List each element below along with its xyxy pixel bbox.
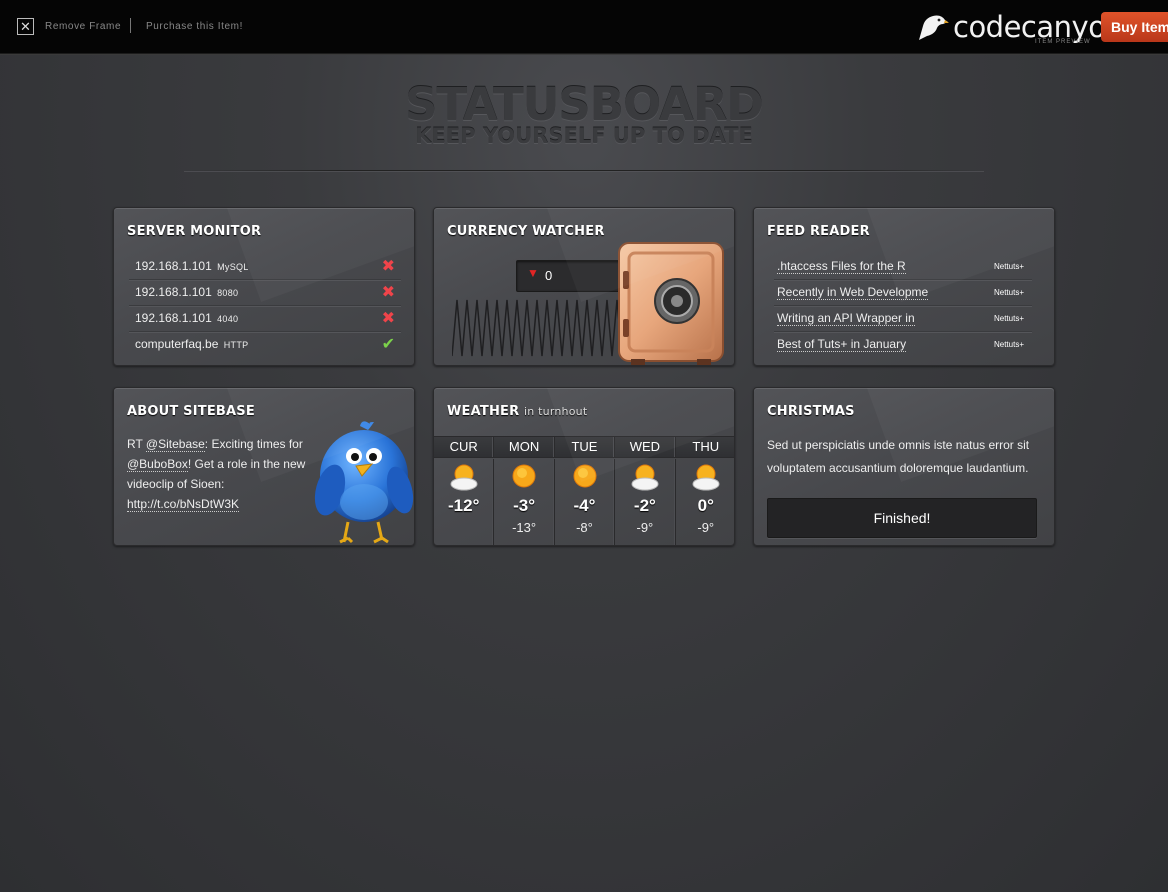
eagle-logo-icon xyxy=(919,15,949,40)
status-up-icon: ✔ xyxy=(381,336,395,353)
divider xyxy=(130,18,131,33)
weather-day-col: -3° -13° xyxy=(494,459,555,545)
widget-title: CHRISTMAS xyxy=(767,404,855,419)
server-host: 192.168.1.101 xyxy=(135,311,212,325)
tweet-url-link[interactable]: http://t.co/bNsDtW3K xyxy=(127,497,240,512)
christmas-widget: CHRISTMAS Sed ut perspiciatis unde omnis… xyxy=(753,387,1055,546)
currency-value-box: ▼ 0 xyxy=(516,260,626,292)
weather-widget: WEATHER in turnhout CUR MON TUE WED THU … xyxy=(433,387,735,546)
page-title: STATUSBOARD xyxy=(405,78,764,131)
feed-item: .htaccess Files for the R Nettuts+ xyxy=(774,254,1032,280)
weather-day-label: TUE xyxy=(555,437,616,457)
weather-day-label: THU xyxy=(676,437,734,457)
sun-icon xyxy=(512,464,536,488)
currency-watcher-widget: CURRENCY WATCHER ▼ 0 xyxy=(433,207,735,366)
server-service: HTTP xyxy=(223,340,249,350)
weather-low: -13° xyxy=(512,520,537,535)
trend-down-icon: ▼ xyxy=(527,266,539,280)
server-row: computerfaq.be HTTP ✔ xyxy=(129,332,401,358)
weather-title: WEATHER xyxy=(447,404,520,419)
mention-link[interactable]: @BuboBox xyxy=(127,457,188,472)
mention-link[interactable]: @Sitebase xyxy=(145,437,205,452)
server-service: 4040 xyxy=(217,314,239,324)
page-subtitle: KEEP YOURSELF UP TO DATE xyxy=(415,124,753,148)
close-icon[interactable]: ✕ xyxy=(17,18,34,35)
widget-title: CURRENCY WATCHER xyxy=(447,224,605,239)
server-host: computerfaq.be xyxy=(135,337,219,351)
tweet-rt: RT xyxy=(127,437,146,451)
weather-day-label: CUR xyxy=(434,437,495,457)
top-bar: ✕ Remove Frame Purchase this Item! codec… xyxy=(0,0,1168,54)
buy-item-button[interactable]: Buy Item xyxy=(1101,12,1168,42)
server-list: 192.168.1.101 MySQL ✖ 192.168.1.101 8080… xyxy=(129,254,401,358)
weather-high: -3° xyxy=(513,496,536,515)
safe-icon xyxy=(618,242,724,365)
weather-high: -2° xyxy=(633,496,656,515)
status-down-icon: ✖ xyxy=(381,310,395,327)
remove-frame-link[interactable]: Remove Frame xyxy=(45,21,121,32)
feed-item-source: Nettuts+ xyxy=(993,340,1024,349)
feed-item-link[interactable]: .htaccess Files for the R xyxy=(777,259,906,274)
partly-cloudy-icon xyxy=(450,464,478,491)
weather-day-label: MON xyxy=(494,437,555,457)
tweet-text-part: : Exciting times for xyxy=(204,437,303,451)
weather-location: in turnhout xyxy=(524,405,588,418)
server-monitor-widget: SERVER MONITOR 192.168.1.101 MySQL ✖ 192… xyxy=(113,207,415,366)
header-divider xyxy=(184,170,984,171)
feed-item-link[interactable]: Best of Tuts+ in January xyxy=(777,337,907,352)
brand-sub: ITEM PREVIEW xyxy=(1035,39,1091,45)
weather-low: -9° xyxy=(697,520,715,535)
widget-title: ABOUT SITEBASE xyxy=(127,404,255,419)
twitter-bird-icon xyxy=(314,421,414,544)
sun-icon xyxy=(573,464,597,488)
server-host: 192.168.1.101 xyxy=(135,259,212,273)
feed-item-link[interactable]: Recently in Web Developme xyxy=(777,285,929,300)
feed-item-source: Nettuts+ xyxy=(993,288,1024,297)
feed-item-source: Nettuts+ xyxy=(993,262,1024,271)
weather-high: 0° xyxy=(697,496,714,515)
weather-day-col: -4° -8° xyxy=(555,459,616,545)
weather-high: -4° xyxy=(573,496,596,515)
server-host: 192.168.1.101 xyxy=(135,285,212,299)
weather-forecast: -12° -3° -13° -4° -8° -2° -9° 0° -9° xyxy=(434,459,734,545)
feed-item-link[interactable]: Writing an API Wrapper in xyxy=(777,311,915,326)
widget-title: WEATHER in turnhout xyxy=(447,404,587,419)
christmas-text: Sed ut perspiciatis unde omnis iste natu… xyxy=(767,438,1030,475)
status-down-icon: ✖ xyxy=(381,258,395,275)
feed-item-source: Nettuts+ xyxy=(993,314,1024,323)
feed-item: Recently in Web Developme Nettuts+ xyxy=(774,280,1032,306)
widget-title: FEED READER xyxy=(767,224,870,239)
weather-low: -9° xyxy=(636,520,654,535)
weather-low: -8° xyxy=(576,520,593,535)
tweet-text: RT @Sitebase: Exciting times for @BuboBo… xyxy=(127,434,317,514)
server-row: 192.168.1.101 4040 ✖ xyxy=(129,306,401,332)
server-service: MySQL xyxy=(217,262,249,272)
finished-button[interactable]: Finished! xyxy=(767,498,1037,538)
codecanyon-logo[interactable]: codecanyon ITEM PREVIEW xyxy=(917,10,1124,46)
weather-day-col: -12° xyxy=(434,459,495,545)
feed-list: .htaccess Files for the R Nettuts+ Recen… xyxy=(774,254,1032,358)
weather-day-label: WED xyxy=(615,437,676,457)
server-row: 192.168.1.101 8080 ✖ xyxy=(129,280,401,306)
about-sitebase-widget: ABOUT SITEBASE RT @Sitebase: Exciting ti… xyxy=(113,387,415,546)
feed-reader-widget: FEED READER .htaccess Files for the R Ne… xyxy=(753,207,1055,366)
partly-cloudy-icon xyxy=(631,464,659,491)
weather-high: -12° xyxy=(448,496,480,515)
purchase-link[interactable]: Purchase this Item! xyxy=(146,21,243,32)
server-row: 192.168.1.101 MySQL ✖ xyxy=(129,254,401,280)
partly-cloudy-icon xyxy=(692,464,720,491)
status-down-icon: ✖ xyxy=(381,284,395,301)
weather-day-col: 0° -9° xyxy=(676,459,734,545)
currency-value: 0 xyxy=(545,268,553,283)
weather-day-col: -2° -9° xyxy=(615,459,676,545)
widget-title: SERVER MONITOR xyxy=(127,224,262,239)
feed-item: Best of Tuts+ in January Nettuts+ xyxy=(774,332,1032,358)
currency-sparkline xyxy=(452,299,622,357)
feed-item: Writing an API Wrapper in Nettuts+ xyxy=(774,306,1032,332)
server-service: 8080 xyxy=(217,288,239,298)
weather-day-header: CUR MON TUE WED THU xyxy=(434,436,734,458)
